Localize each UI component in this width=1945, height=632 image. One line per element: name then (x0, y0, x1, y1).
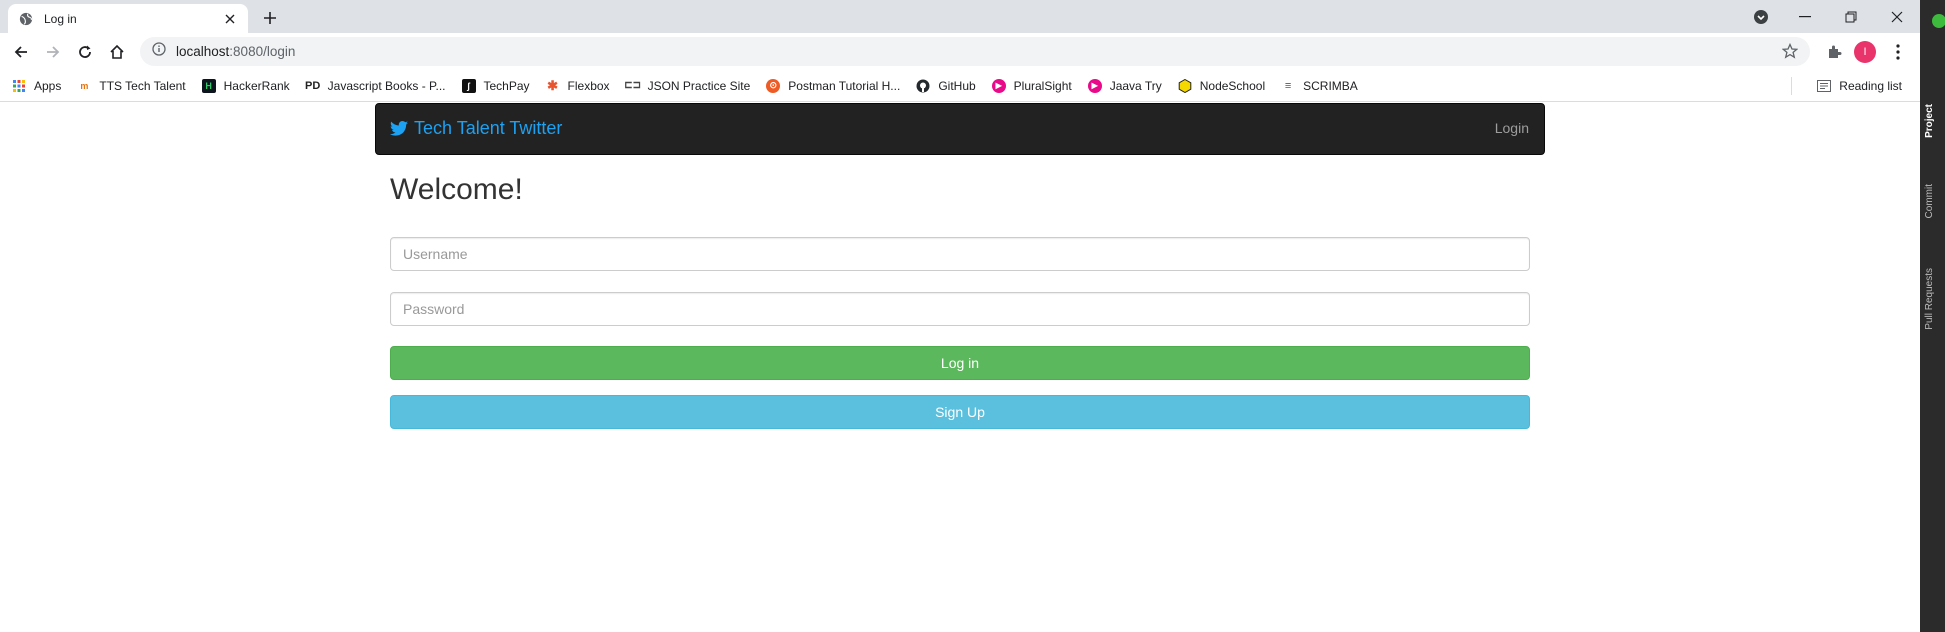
status-dot (1932, 14, 1945, 28)
reading-list-label: Reading list (1839, 79, 1902, 93)
pluralsight-icon: ▶ (991, 78, 1006, 93)
bookmark-postman[interactable]: ⊙ Postman Tutorial H... (766, 78, 901, 93)
url-text: localhost:8080/login (176, 44, 295, 59)
bookmark-scrimba[interactable]: ≡ SCRIMBA (1281, 79, 1358, 93)
new-tab-button[interactable] (258, 6, 282, 30)
bookmark-tts[interactable]: m TTS Tech Talent (77, 79, 185, 93)
bookmark-jaava-try[interactable]: ▶ Jaava Try (1087, 78, 1162, 93)
hackerrank-icon: H (201, 78, 216, 93)
profile-avatar[interactable]: I (1854, 41, 1876, 63)
forward-icon[interactable] (41, 40, 65, 64)
bookmark-label: JSON Practice Site (647, 78, 751, 93)
bookmark-star-icon[interactable] (1781, 42, 1799, 64)
bookmark-pluralsight[interactable]: ▶ PluralSight (991, 78, 1072, 93)
ide-tab-pull-requests[interactable]: Pull Requests (1924, 268, 1935, 330)
tts-icon: m (80, 80, 89, 91)
pd-icon: PD (305, 79, 321, 92)
info-icon[interactable] (152, 42, 166, 61)
restore-icon[interactable] (1828, 0, 1874, 33)
apps-grid-icon (12, 79, 26, 93)
browser-tab[interactable]: Log in (8, 4, 248, 33)
bookmark-label: NodeSchool (1199, 78, 1266, 93)
brand-link[interactable]: Tech Talent Twitter (390, 118, 562, 139)
login-button[interactable]: Log in (390, 346, 1530, 380)
bookmark-apps[interactable]: Apps (12, 79, 61, 93)
json-icon: ⊏⊐ (624, 80, 641, 91)
bookmark-techpay[interactable]: ʃ TechPay (461, 78, 530, 93)
address-bar[interactable]: localhost:8080/login (140, 37, 1810, 66)
bookmark-flexbox[interactable]: ✱ Flexbox (546, 77, 610, 93)
bookmark-github[interactable]: GitHub (916, 78, 976, 93)
bookmark-label: HackerRank (223, 78, 290, 93)
tab-search-icon[interactable] (1738, 0, 1784, 33)
app-navbar: Tech Talent Twitter Login (375, 103, 1545, 155)
browser-toolbar: localhost:8080/login I (0, 33, 1920, 70)
bookmark-label: Apps (34, 78, 62, 93)
techpay-icon: ʃ (461, 78, 476, 93)
bookmark-label: SCRIMBA (1303, 78, 1358, 93)
nav-login-link[interactable]: Login (1495, 120, 1529, 136)
bookmarks-divider (1791, 77, 1792, 95)
github-icon (916, 79, 930, 93)
page-title: Welcome! (390, 173, 523, 206)
brand-name: Tech Talent Twitter (414, 118, 563, 138)
home-icon[interactable] (105, 40, 129, 64)
url-path: :8080/login (229, 44, 296, 59)
username-field[interactable] (390, 237, 1530, 271)
scrimba-icon: ≡ (1284, 79, 1292, 92)
bookmark-hackerrank[interactable]: H HackerRank (201, 78, 290, 93)
tab-title: Log in (44, 11, 77, 26)
jaava-icon: ▶ (1087, 78, 1102, 93)
bookmark-javascript-books[interactable]: PD Javascript Books - P... (305, 78, 446, 93)
reading-list-icon (1817, 80, 1832, 92)
nodeschool-icon (1178, 78, 1192, 93)
bookmark-label: Postman Tutorial H... (788, 78, 901, 93)
reading-list-button[interactable]: Reading list (1817, 70, 1902, 102)
menu-kebab-icon[interactable] (1886, 40, 1910, 64)
bookmark-label: Flexbox (567, 78, 610, 93)
bookmark-label: TTS Tech Talent (99, 78, 186, 93)
minimize-icon[interactable] (1782, 0, 1828, 33)
ide-side-strip: Project Commit Pull Requests (1920, 0, 1945, 632)
password-field[interactable] (390, 292, 1530, 326)
back-icon[interactable] (9, 40, 33, 64)
bookmark-label: Javascript Books - P... (327, 78, 446, 93)
signup-button[interactable]: Sign Up (390, 395, 1530, 429)
bookmark-nodeschool[interactable]: NodeSchool (1178, 78, 1266, 93)
tab-strip: Log in (0, 0, 1920, 33)
extensions-puzzle-icon[interactable] (1822, 40, 1846, 64)
bookmark-label: GitHub (938, 78, 976, 93)
url-host: localhost (176, 44, 230, 59)
bookmark-label: PluralSight (1013, 78, 1072, 93)
bookmark-label: TechPay (483, 78, 530, 93)
flexbox-icon: ✱ (547, 77, 558, 93)
ide-tab-commit[interactable]: Commit (1924, 184, 1935, 218)
page-content: Tech Talent Twitter Login Welcome! Log i… (0, 103, 1920, 632)
bookmark-label: Jaava Try (1109, 78, 1162, 93)
ide-tab-project[interactable]: Project (1924, 104, 1935, 138)
postman-icon: ⊙ (766, 78, 781, 93)
globe-icon (18, 11, 34, 27)
close-window-icon[interactable] (1874, 0, 1920, 33)
close-tab-icon[interactable] (222, 11, 238, 27)
bookmarks-bar: Apps m TTS Tech Talent H HackerRank PD J… (0, 70, 1920, 102)
twitter-bird-icon (390, 121, 414, 136)
reload-icon[interactable] (73, 40, 97, 64)
bookmark-json-practice[interactable]: ⊏⊐ JSON Practice Site (624, 78, 751, 93)
